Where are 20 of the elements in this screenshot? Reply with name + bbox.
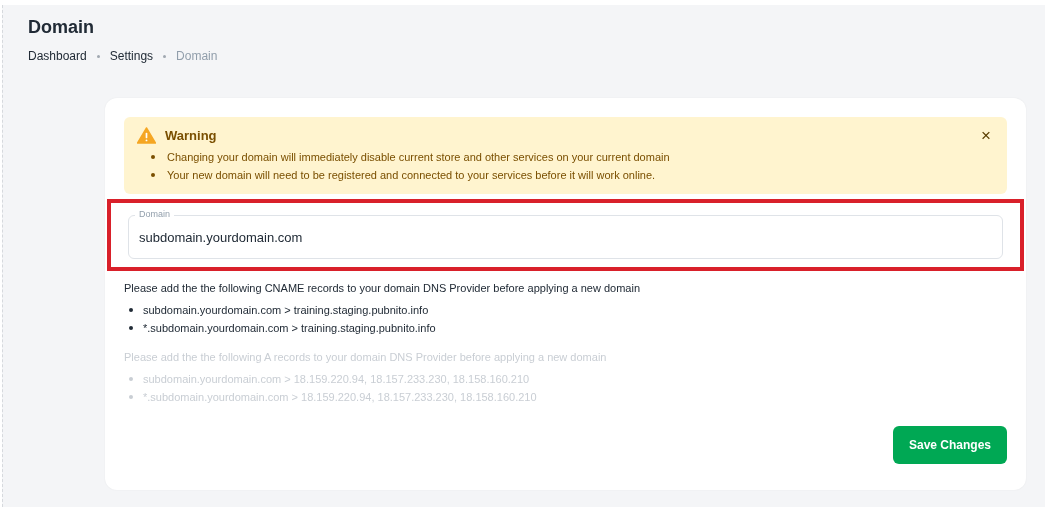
instruction-text: Please add the the following CNAME records to your domain DNS Provider before applying a new domain [124, 281, 642, 296]
bullet-point [129, 308, 133, 312]
bullet-point [151, 155, 155, 159]
breadcrumb-link[interactable]: Dashboard [28, 49, 87, 63]
breadcrumb-separator [96, 54, 100, 58]
breadcrumb-link[interactable]: Settings [109, 49, 154, 63]
bullet-point [129, 326, 133, 330]
close-button[interactable]: × [977, 127, 995, 144]
bullet-point [129, 395, 133, 399]
field-label: Domain [135, 208, 174, 220]
record-text: subdomain.yourdomain.com > training.staging.pubnito.info [143, 303, 429, 318]
page-title: Domain [28, 16, 95, 37]
bullet-point [151, 173, 155, 177]
bullet-point [129, 377, 133, 381]
warning-title: Warning [165, 128, 218, 143]
warning-text: Changing your domain will immediately disable current store and other services on your current domain [167, 150, 670, 165]
record-text: *.subdomain.yourdomain.com > training.staging.pubnito.info [143, 321, 436, 336]
warning-icon [137, 127, 156, 144]
warning-text: Your new domain will need to be registered and connected to your services before it will work online. [167, 168, 656, 183]
breadcrumb-separator [163, 54, 167, 58]
